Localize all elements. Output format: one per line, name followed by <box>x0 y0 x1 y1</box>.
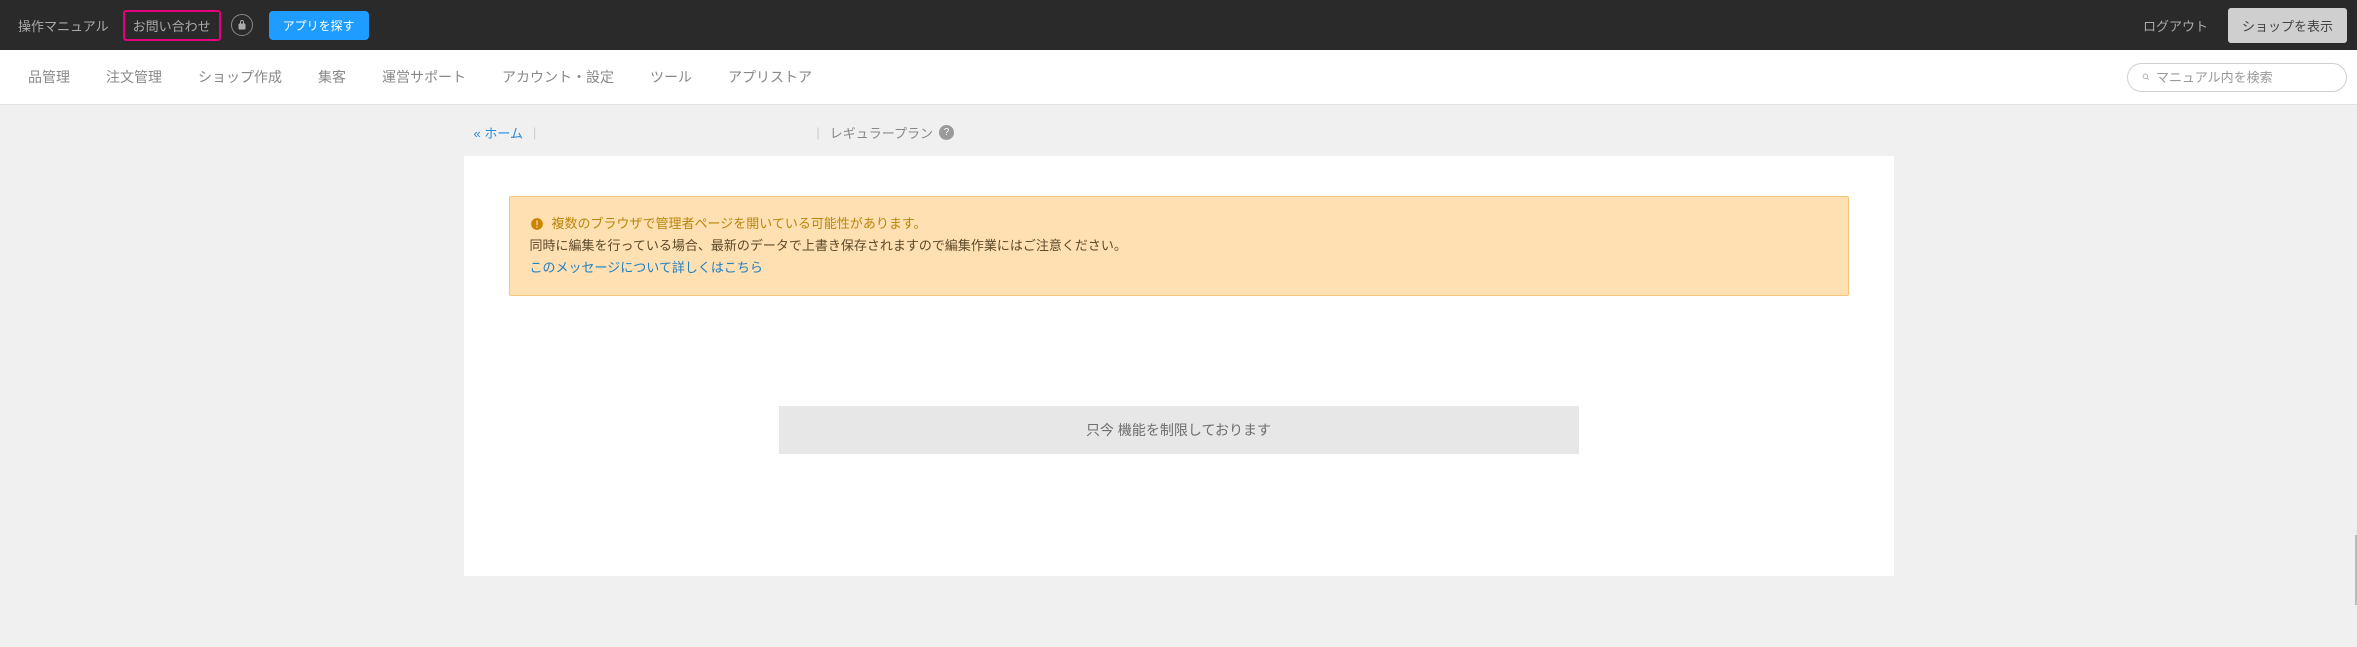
warning-icon <box>530 217 544 231</box>
topbar: 操作マニュアル お問い合わせ アプリを探す ログアウト ショップを表示 <box>0 0 2357 50</box>
alert-link[interactable]: このメッセージについて詳しくはこちら <box>530 257 1828 279</box>
alert-box: 複数のブラウザで管理者ページを開いている可能性があります。 同時に編集を行ってい… <box>509 196 1849 296</box>
breadcrumb-sep: | <box>533 125 536 140</box>
nav-support[interactable]: 運営サポート <box>364 67 484 87</box>
nav-tools[interactable]: ツール <box>632 67 710 87</box>
alert-title: 複数のブラウザで管理者ページを開いている可能性があります。 <box>552 213 927 235</box>
nav-products[interactable]: 品管理 <box>10 67 88 87</box>
alert-title-row: 複数のブラウザで管理者ページを開いている可能性があります。 <box>530 213 1828 235</box>
restrict-bar: 只今 機能を制限しております <box>779 406 1579 454</box>
logout-link[interactable]: ログアウト <box>2135 10 2216 41</box>
breadcrumb-sep-2: | <box>816 125 819 140</box>
breadcrumb-plan: レギュラープラン ? <box>830 123 954 142</box>
nav-marketing[interactable]: 集客 <box>300 67 364 87</box>
alert-line2: 同時に編集を行っている場合、最新のデータで上書き保存されますので編集作業にはご注… <box>530 235 1828 257</box>
plan-label: レギュラープラン <box>830 123 933 142</box>
search-icon <box>2142 70 2150 84</box>
find-app-button[interactable]: アプリを探す <box>269 11 369 40</box>
breadcrumb-home[interactable]: « ホーム <box>474 123 523 142</box>
lock-icon[interactable] <box>231 14 253 36</box>
topbar-left: 操作マニュアル お問い合わせ アプリを探す <box>10 10 369 41</box>
search-input[interactable] <box>2156 70 2332 85</box>
manual-link[interactable]: 操作マニュアル <box>10 10 117 41</box>
nav-appstore[interactable]: アプリストア <box>710 67 830 87</box>
breadcrumb: « ホーム | | レギュラープラン ? <box>464 105 1894 156</box>
help-icon[interactable]: ? <box>939 125 954 140</box>
nav-shop-create[interactable]: ショップ作成 <box>180 67 300 87</box>
view-shop-button[interactable]: ショップを表示 <box>2228 8 2347 43</box>
main-panel: 複数のブラウザで管理者ページを開いている可能性があります。 同時に編集を行ってい… <box>464 156 1894 576</box>
nav-orders[interactable]: 注文管理 <box>88 67 180 87</box>
navbar: 品管理 注文管理 ショップ作成 集客 運営サポート アカウント・設定 ツール ア… <box>0 50 2357 105</box>
nav-account[interactable]: アカウント・設定 <box>484 67 632 87</box>
contact-link[interactable]: お問い合わせ <box>123 10 221 41</box>
search-box[interactable] <box>2127 63 2347 92</box>
